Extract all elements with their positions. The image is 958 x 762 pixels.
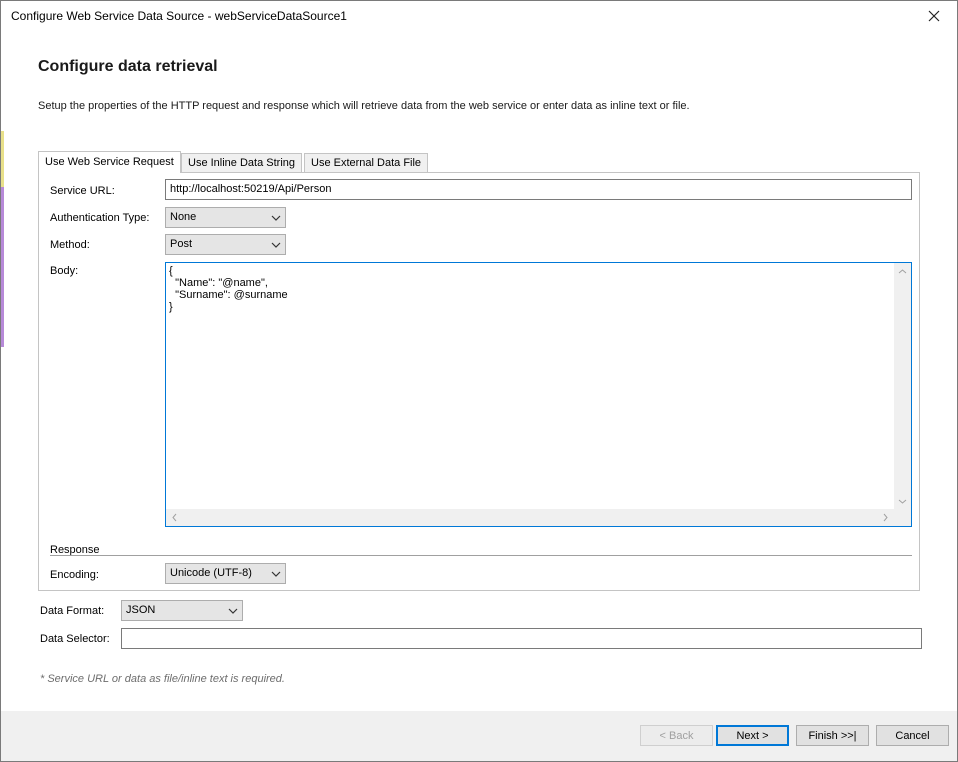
- scrollbar-corner: [894, 509, 911, 526]
- finish-button[interactable]: Finish >>|: [796, 725, 869, 746]
- chevron-down-icon: [271, 564, 281, 583]
- encoding-value: Unicode (UTF-8): [170, 567, 252, 579]
- required-footnote: * Service URL or data as file/inline tex…: [40, 673, 285, 685]
- page-title: Configure data retrieval: [38, 58, 218, 75]
- cancel-button[interactable]: Cancel: [876, 725, 949, 746]
- service-url-label: Service URL:: [50, 185, 115, 197]
- background-strip: [1, 187, 4, 347]
- chevron-up-icon[interactable]: [894, 263, 911, 280]
- data-format-value: JSON: [126, 604, 156, 616]
- auth-type-value: None: [170, 211, 197, 223]
- service-url-input[interactable]: http://localhost:50219/Api/Person: [165, 179, 912, 200]
- method-label: Method:: [50, 239, 90, 251]
- background-strip: [1, 131, 4, 187]
- back-button[interactable]: < Back: [640, 725, 713, 746]
- tab-web-service-request[interactable]: Use Web Service Request: [38, 151, 181, 173]
- chevron-left-icon[interactable]: [166, 509, 183, 526]
- data-format-select[interactable]: JSON: [121, 600, 243, 621]
- chevron-down-icon: [228, 601, 238, 620]
- next-button[interactable]: Next >: [716, 725, 789, 746]
- encoding-label: Encoding:: [50, 569, 99, 581]
- auth-type-select[interactable]: None: [165, 207, 286, 228]
- page-description: Setup the properties of the HTTP request…: [38, 100, 690, 112]
- chevron-right-icon[interactable]: [877, 509, 894, 526]
- close-button[interactable]: [911, 1, 957, 31]
- data-selector-input[interactable]: [121, 628, 922, 649]
- method-value: Post: [170, 238, 193, 250]
- chevron-down-icon[interactable]: [894, 493, 911, 510]
- tab-inline-data-string[interactable]: Use Inline Data String: [181, 153, 302, 172]
- body-textarea[interactable]: { "Name": "@name", "Surname": @surname }: [165, 262, 912, 527]
- section-divider: [50, 555, 912, 556]
- title-bar: Configure Web Service Data Source - webS…: [1, 1, 957, 31]
- chevron-down-icon: [271, 208, 281, 227]
- encoding-select[interactable]: Unicode (UTF-8): [165, 563, 286, 584]
- method-select[interactable]: Post: [165, 234, 286, 255]
- horizontal-scrollbar[interactable]: [166, 509, 894, 526]
- chevron-down-icon: [271, 235, 281, 254]
- body-text: { "Name": "@name", "Surname": @surname }: [169, 265, 288, 313]
- body-label: Body:: [50, 265, 79, 277]
- window-title: Configure Web Service Data Source - webS…: [11, 9, 347, 23]
- dialog-window: Configure Web Service Data Source - webS…: [0, 0, 958, 762]
- data-selector-label: Data Selector:: [40, 633, 110, 645]
- close-icon: [928, 10, 940, 22]
- tab-external-data-file[interactable]: Use External Data File: [304, 153, 429, 172]
- vertical-scrollbar[interactable]: [894, 263, 911, 510]
- auth-type-label: Authentication Type:: [50, 212, 150, 224]
- data-format-label: Data Format:: [40, 605, 105, 617]
